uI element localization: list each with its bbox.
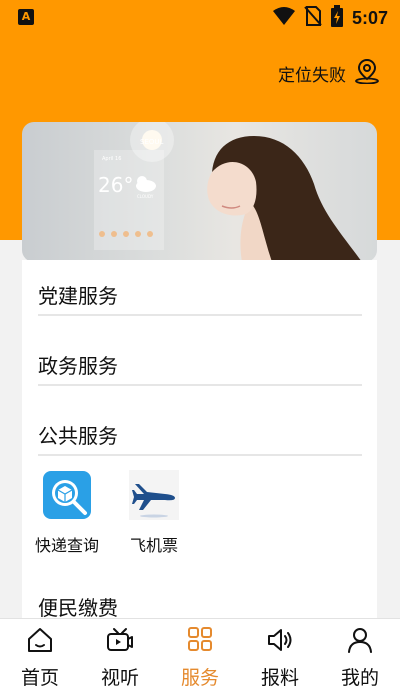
service-express-label: 快递查询	[34, 536, 99, 555]
section-title-bill-pay[interactable]: 便民缴费	[38, 592, 118, 620]
service-flight-label: 飞机票	[129, 536, 178, 555]
services-card: 党建服务 政务服务 公共服务 快递查询 飞机票 便民缴费	[22, 260, 377, 620]
location-status-text: 定位失败	[278, 66, 346, 86]
status-time: 5:07	[351, 7, 388, 28]
no-sim-icon	[304, 5, 322, 31]
battery-icon	[330, 5, 344, 31]
nav-mine-label: 我的	[340, 667, 379, 689]
divider	[38, 384, 362, 386]
wifi-icon	[272, 6, 296, 30]
service-flight-ticket[interactable]: 飞机票	[114, 470, 194, 556]
airplane-icon	[129, 470, 179, 520]
banner-date: April 16	[102, 156, 121, 162]
nav-home-label: 首页	[20, 667, 59, 689]
speaker-icon	[268, 629, 292, 651]
woman-photo	[207, 136, 362, 262]
nav-video-label: 视听	[100, 667, 139, 689]
nav-video[interactable]: 视听	[80, 619, 160, 700]
grid-icon	[188, 627, 212, 651]
location-button[interactable]: 定位失败	[278, 58, 380, 89]
location-pin-icon	[354, 58, 380, 89]
nav-home[interactable]: 首页	[0, 619, 80, 700]
nav-mine[interactable]: 我的	[320, 619, 400, 700]
banner-temperature: 26°	[98, 173, 133, 197]
promo-banner[interactable]: SEOUL April 16 26° CLOUDY	[22, 122, 377, 262]
user-icon	[348, 628, 372, 653]
service-express-query[interactable]: 快递查询	[27, 470, 107, 556]
app-notification-icon: A	[18, 9, 34, 25]
tv-icon	[107, 628, 133, 651]
nav-report[interactable]: 报料	[240, 619, 320, 700]
divider	[38, 314, 362, 316]
package-search-icon	[43, 471, 91, 519]
banner-condition: CLOUDY	[137, 194, 154, 199]
nav-services[interactable]: 服务	[160, 619, 240, 700]
banner-city: SEOUL	[140, 138, 163, 146]
status-bar: A 5:07	[0, 0, 400, 36]
home-icon	[28, 628, 52, 652]
bottom-nav: 首页 视听 服务 报料 我的	[0, 618, 400, 700]
section-title-government[interactable]: 政务服务	[38, 350, 118, 379]
divider	[38, 454, 362, 456]
section-title-party[interactable]: 党建服务	[38, 280, 118, 309]
nav-services-label: 服务	[180, 667, 219, 689]
section-title-public[interactable]: 公共服务	[38, 420, 118, 449]
nav-report-label: 报料	[260, 667, 299, 689]
